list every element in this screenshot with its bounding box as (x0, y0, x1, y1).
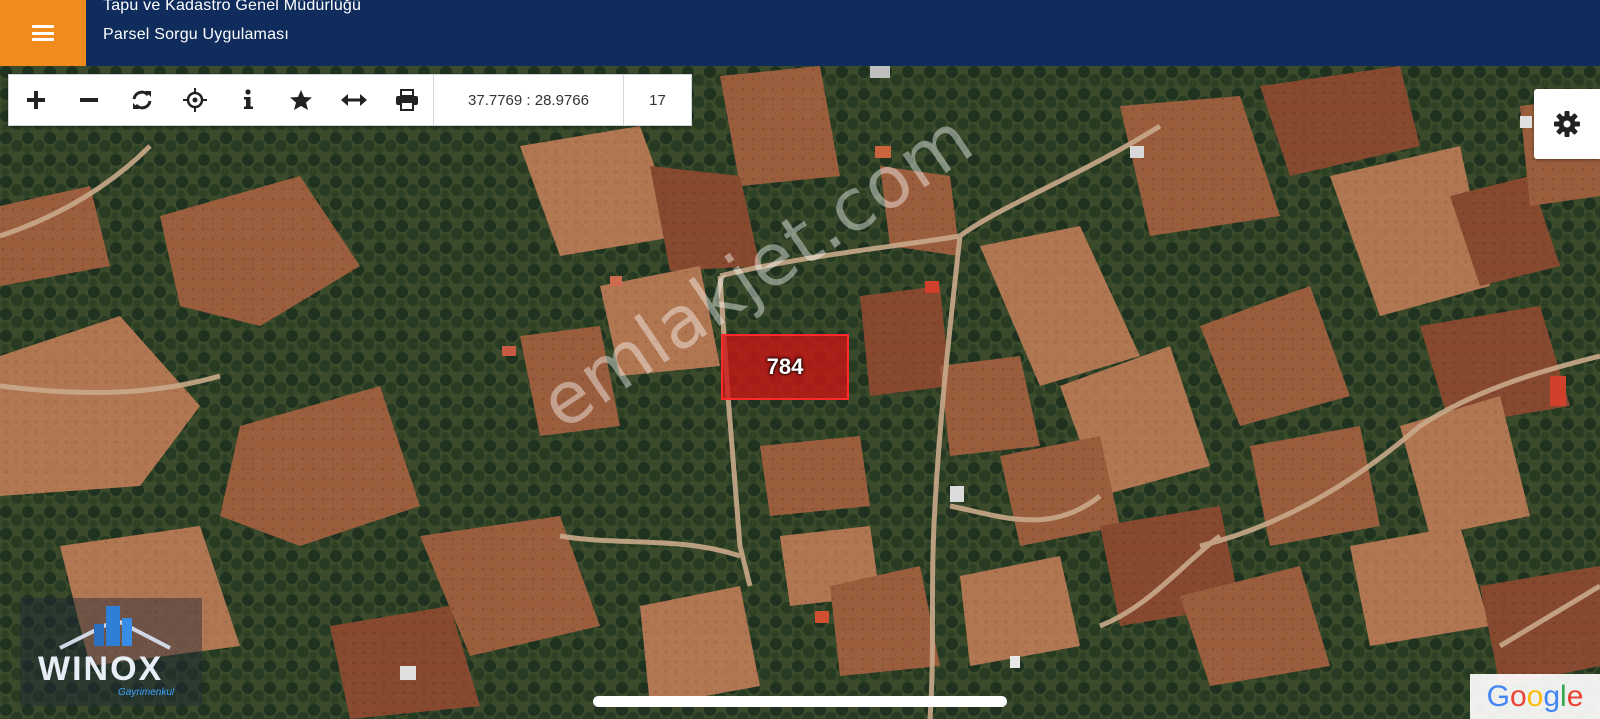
google-letter: o (1526, 679, 1544, 713)
gear-icon (1554, 111, 1580, 137)
refresh-button[interactable] (115, 75, 168, 125)
coordinate-readout: 37.7769 : 28.9766 (433, 75, 623, 125)
google-letter: l (1560, 679, 1567, 713)
home-indicator (593, 696, 1007, 707)
logo-subtitle: Gayrimenkul (118, 687, 175, 698)
locate-button[interactable] (168, 75, 221, 125)
app-header: Tapu ve Kadastro Genel Müdürlüğü Parsel … (0, 0, 1600, 66)
agency-title: Tapu ve Kadastro Genel Müdürlüğü (103, 0, 362, 14)
print-icon (395, 89, 418, 111)
zoom-out-button[interactable] (62, 75, 115, 125)
menu-button[interactable] (0, 0, 86, 66)
parcel-number: 784 (766, 354, 804, 379)
arrows-horizontal-icon (340, 94, 367, 106)
google-attribution: Google (1470, 674, 1600, 719)
google-letter: e (1566, 679, 1584, 713)
crosshair-icon (182, 88, 207, 112)
google-letter: o (1509, 679, 1527, 713)
zoom-in-button[interactable] (9, 75, 62, 125)
app-title: Parsel Sorgu Uygulaması (103, 26, 290, 43)
google-letter: G (1486, 679, 1510, 713)
plus-icon (26, 91, 45, 109)
info-icon (243, 89, 253, 109)
logo-name: WINOX (38, 650, 164, 688)
print-button[interactable] (380, 75, 433, 125)
refresh-icon (132, 90, 151, 110)
favorite-button[interactable] (274, 75, 327, 125)
settings-button[interactable] (1534, 89, 1600, 159)
zoom-level: 17 (623, 75, 691, 125)
google-letter: g (1543, 679, 1561, 713)
google-logo: Google (1487, 680, 1584, 714)
minus-icon (79, 98, 98, 102)
star-icon (289, 90, 312, 110)
measure-button[interactable] (327, 75, 380, 125)
map-toolbar: 37.7769 : 28.9766 17 (8, 74, 692, 126)
hamburger-menu-icon (32, 25, 54, 41)
info-button[interactable] (221, 75, 274, 125)
selected-parcel[interactable]: 784 (721, 334, 849, 400)
